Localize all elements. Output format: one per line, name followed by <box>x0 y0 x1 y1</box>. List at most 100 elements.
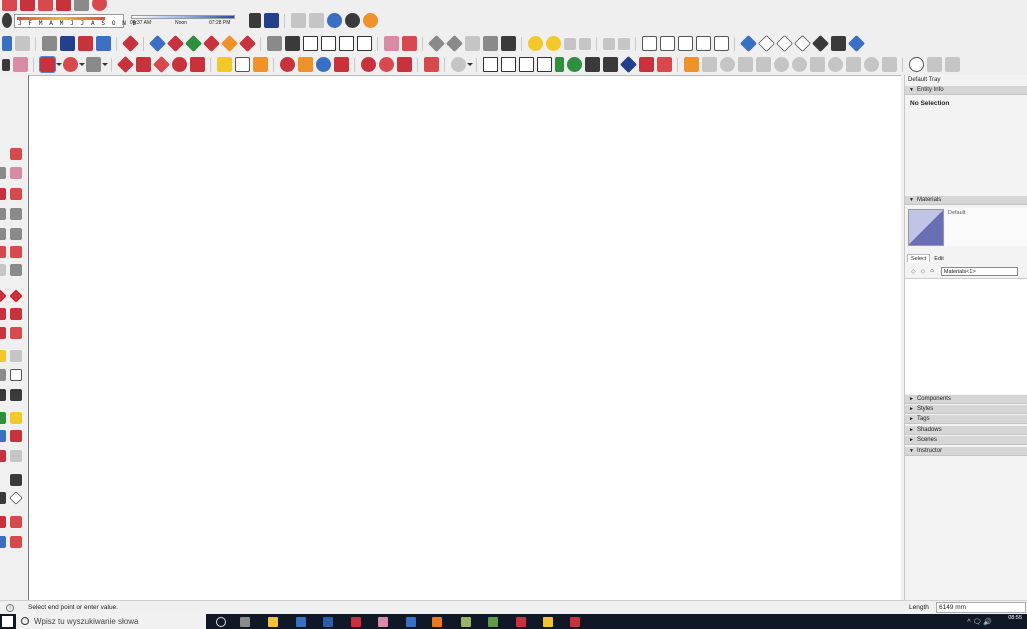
rotate-side-icon[interactable] <box>0 308 6 320</box>
modeling-viewport[interactable] <box>28 75 901 600</box>
star-icon[interactable] <box>638 57 654 72</box>
shadows-header[interactable]: ► Shadows <box>905 426 1027 435</box>
shaded-icon[interactable] <box>338 36 354 51</box>
fog-icon[interactable] <box>545 36 561 51</box>
pan-side-icon[interactable] <box>0 450 6 462</box>
d-icon[interactable] <box>563 37 576 50</box>
app-orange-icon[interactable] <box>432 617 442 627</box>
orbit-grey-icon[interactable] <box>863 57 879 72</box>
task-view-icon[interactable] <box>240 617 250 627</box>
app-green-icon[interactable] <box>488 617 498 627</box>
line-tool-icon[interactable] <box>38 56 56 73</box>
undo-icon[interactable] <box>91 0 107 11</box>
shape-dark-icon[interactable] <box>811 35 829 52</box>
material-swatch[interactable] <box>908 209 944 246</box>
warehouse-side-icon[interactable] <box>10 148 22 160</box>
file-explorer-icon[interactable] <box>268 617 278 627</box>
share-model-icon[interactable] <box>378 57 394 72</box>
warehouse-icon[interactable] <box>360 57 376 72</box>
house-3-icon[interactable] <box>518 57 534 72</box>
info-icon[interactable]: i <box>6 604 14 612</box>
book-icon[interactable] <box>263 13 279 28</box>
rotated-rect-icon[interactable] <box>10 208 22 220</box>
protractor-icon[interactable] <box>0 369 6 381</box>
paint-icon[interactable] <box>19 0 35 11</box>
layers-blue-icon[interactable] <box>59 36 75 51</box>
shadow-toggle-icon[interactable] <box>1 13 12 28</box>
trident-icon[interactable] <box>248 13 261 28</box>
polygon-icon[interactable] <box>10 228 22 240</box>
orbit-side-icon[interactable] <box>0 430 6 442</box>
shaded-texture-icon[interactable] <box>356 36 372 51</box>
window-icon[interactable] <box>619 56 637 73</box>
push-pull-side-icon[interactable] <box>9 289 23 303</box>
app-red-icon[interactable] <box>516 617 526 627</box>
eraser-pink-side-icon[interactable] <box>10 167 22 179</box>
extension-manager-icon[interactable] <box>396 57 412 72</box>
guitar-icon[interactable] <box>944 57 960 72</box>
month-slider[interactable]: J F M A M J J A S O N D <box>14 14 136 28</box>
taskbar-clock[interactable]: 08:55 <box>1008 615 1022 621</box>
forward-icon[interactable]: ◇ <box>921 268 926 275</box>
styles-header[interactable]: ► Styles <box>905 405 1027 414</box>
components-header[interactable]: ► Components <box>905 395 1027 404</box>
section-plane-icon[interactable] <box>383 36 399 51</box>
xray-icon[interactable] <box>266 36 282 51</box>
add-location-icon[interactable] <box>737 57 753 72</box>
layers-globe-icon[interactable] <box>95 36 111 51</box>
system-tray-icons[interactable]: ^ 🗨 🔊 <box>967 618 992 626</box>
left-view-icon[interactable] <box>238 35 256 52</box>
zoom-extents-icon[interactable] <box>333 57 349 72</box>
arc-2pt-icon[interactable] <box>10 246 22 258</box>
app-tool-icon[interactable] <box>351 617 361 627</box>
sketchup-taskbar-icon[interactable] <box>570 617 580 627</box>
shape-blue-icon[interactable] <box>847 35 865 52</box>
trim-icon[interactable] <box>500 36 516 51</box>
rotate-tool-icon[interactable] <box>171 57 187 72</box>
shape-outline-2-icon[interactable] <box>775 35 793 52</box>
edit-icon[interactable] <box>1 0 17 11</box>
tape-side-icon[interactable] <box>0 350 6 362</box>
h-icon[interactable] <box>578 37 591 50</box>
circle-icon[interactable] <box>0 228 6 240</box>
pan-icon[interactable] <box>297 57 313 72</box>
display-section-icon[interactable] <box>0 536 6 548</box>
materials-header[interactable]: ▼ Materials <box>905 196 1027 205</box>
intersect-icon[interactable] <box>445 35 463 52</box>
layers-icon[interactable] <box>41 36 57 51</box>
solid-tool-icon[interactable] <box>121 35 139 52</box>
eraser-icon[interactable] <box>14 36 30 51</box>
app-notes-icon[interactable] <box>461 617 471 627</box>
wireframe-icon[interactable] <box>302 36 318 51</box>
cabinet-icon[interactable] <box>73 0 89 11</box>
scale-side-icon[interactable] <box>0 327 6 339</box>
section-side-icon[interactable] <box>0 516 6 528</box>
look-around-icon[interactable] <box>10 474 22 486</box>
rectangle-tool-dropdown[interactable] <box>102 57 108 72</box>
arch-icon[interactable] <box>308 13 324 28</box>
axes-icon[interactable] <box>0 389 6 401</box>
outer-shell-icon[interactable] <box>427 35 445 52</box>
front-view-icon[interactable] <box>184 35 202 52</box>
extension-warehouse-icon[interactable] <box>362 13 378 28</box>
materials-collection-select[interactable]: Materials<1> <box>940 266 1018 276</box>
rect-side-icon[interactable] <box>0 208 6 220</box>
scenes-header[interactable]: ► Scenes <box>905 436 1027 445</box>
settings-gear-icon[interactable] <box>344 13 360 28</box>
app-blue-icon[interactable] <box>406 617 416 627</box>
resize-icon[interactable] <box>617 37 630 50</box>
instructor-header[interactable]: ▼ Instructor <box>905 447 1027 456</box>
user-dropdown[interactable] <box>467 57 473 72</box>
sandbox-icon[interactable] <box>1 36 12 51</box>
position-camera-icon[interactable] <box>9 491 23 505</box>
subtract-icon[interactable] <box>482 36 498 51</box>
terrain-icon[interactable] <box>809 57 825 72</box>
freehand-icon[interactable] <box>10 188 22 200</box>
top-view-icon[interactable] <box>166 35 184 52</box>
text-side-icon[interactable] <box>10 369 22 381</box>
shape-icon[interactable] <box>739 35 757 52</box>
time-slider[interactable]: 04:37 AM Noon 07:28 PM <box>129 14 239 28</box>
iso-view-icon[interactable] <box>148 35 166 52</box>
windows-start-icon[interactable] <box>2 616 13 627</box>
copy-icon[interactable] <box>677 36 693 51</box>
